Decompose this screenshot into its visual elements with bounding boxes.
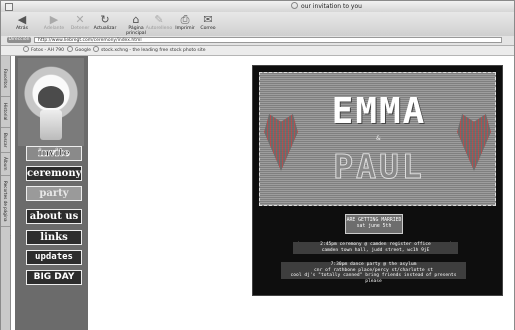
sidetab-search[interactable]: Buscar [1, 128, 10, 153]
nav-invite[interactable]: invite [26, 146, 82, 161]
wedding-date: sat june 5th [356, 224, 392, 229]
invitation-poster: EMMA & PAUL ARE GETTING MARRIED sat june… [252, 65, 503, 296]
favorites-bar: Fotos - AH 790 Google stock.xchng - the … [1, 46, 514, 56]
couple-photo [18, 58, 84, 146]
mail-icon: ✉ [203, 13, 213, 26]
nav-links[interactable]: links [26, 230, 82, 245]
address-label: Dirección [7, 37, 31, 43]
ampersand: & [376, 135, 381, 142]
heart-icon [38, 86, 64, 108]
groom-name: PAUL [333, 147, 425, 187]
cake-topper-image [40, 110, 62, 140]
close-window-button[interactable] [5, 3, 13, 11]
url-input[interactable]: http://www.liebregt.com/ceremony/index.h… [34, 37, 502, 43]
favorite-link[interactable]: stock.xchng - the leading free stock pho… [93, 46, 206, 55]
ceremony-address: camden town hall, judd street, wc1h 9jE [321, 247, 430, 253]
party-note: cool dj's "totally canned" bring friends… [290, 273, 457, 284]
window-title: our invitation to you [291, 1, 362, 12]
sidetab-history[interactable]: Historial [1, 97, 10, 128]
explorer-side-tabs: Favoritos Historial Buscar Álbum Recorte… [1, 56, 11, 330]
address-bar: Dirección http://www.liebregt.com/ceremo… [1, 36, 514, 46]
nav-ceremony[interactable]: ceremony [26, 166, 82, 181]
back-arrow-icon: ◀ [17, 13, 27, 26]
ceremony-details: 2:45pm ceremony @ camden register office… [293, 242, 458, 254]
mail-button[interactable]: ✉ Correo [193, 13, 223, 31]
nav-updates[interactable]: updates [26, 250, 82, 265]
sidetab-album[interactable]: Álbum [1, 153, 10, 176]
back-button[interactable]: ◀ Atrás [7, 13, 37, 31]
left-heart-graphic [264, 114, 298, 171]
refresh-icon: ↻ [100, 13, 110, 26]
browser-window: our invitation to you ◀ Atrás ▶ Adelante ✕… [0, 0, 515, 330]
poster-header-panel: EMMA & PAUL [259, 72, 496, 206]
favorite-link[interactable]: Fotos - AH 790 [23, 46, 64, 55]
nav-big-day[interactable]: BIG DAY [26, 270, 82, 285]
announcement-badge: ARE GETTING MARRIED sat june 5th [345, 214, 403, 234]
refresh-button[interactable]: ↻ Actualizar [90, 13, 120, 31]
navigation-toolbar: ◀ Atrás ▶ Adelante ✕ Detener ↻ Actualizar ⌂ P… [1, 12, 514, 37]
bride-name: EMMA [331, 91, 427, 132]
sidetab-favorites[interactable]: Favoritos [1, 60, 10, 97]
right-heart-graphic [457, 114, 491, 171]
nav-party[interactable]: party [26, 186, 82, 201]
nav-about-us[interactable]: about us [26, 209, 82, 224]
sidetab-page-clippings[interactable]: Recortes de página [1, 176, 10, 227]
party-details: 7:30pm dance party @ the asylum cnr of r… [281, 262, 466, 284]
site-navigation: invite ceremony party about us links upd… [15, 56, 88, 330]
favorite-link[interactable]: Google [67, 46, 91, 55]
